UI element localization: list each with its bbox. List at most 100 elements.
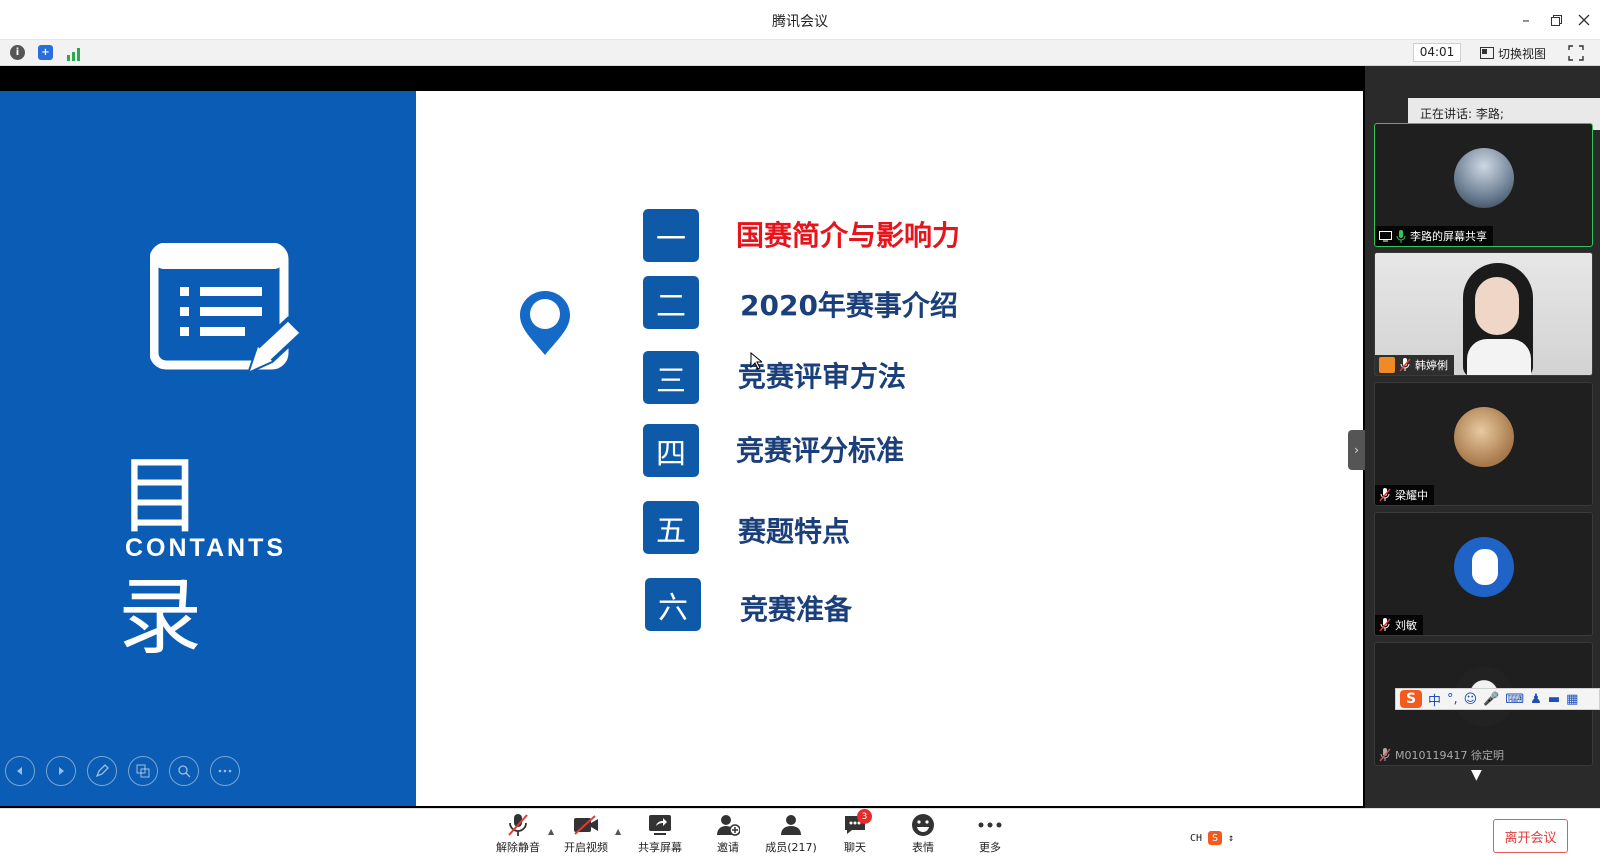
agenda-item-1: 国赛简介与影响力 (736, 219, 961, 252)
signal-icon[interactable] (66, 46, 82, 61)
switch-view-label: 切换视图 (1498, 46, 1547, 61)
microphone-icon (1396, 229, 1406, 243)
slide-subtitle: CONTANTS (125, 534, 287, 562)
smiley-icon (909, 812, 937, 838)
agenda-number-5: 五 (643, 501, 699, 554)
unmute-label: 解除静音 (496, 841, 540, 854)
previous-slide-icon[interactable] (5, 756, 35, 786)
agenda-number-6: 六 (645, 578, 701, 631)
ime-punct[interactable]: °, (1447, 692, 1458, 707)
video-tile[interactable]: 韩婷俐 (1374, 252, 1593, 376)
tile-name-label: 李路的屏幕共享 (1375, 226, 1493, 246)
start-video-label: 开启视频 (564, 841, 608, 854)
leave-meeting-button[interactable]: 离开会议 (1493, 819, 1568, 853)
share-screen-icon (646, 812, 674, 838)
meeting-toolbar: 解除静音 ▲ 开启视频 ▲ 共享屏幕 邀请 成员(217) 3 聊天 表情 更多… (0, 808, 1600, 862)
invite-button[interactable]: 邀请 (698, 812, 758, 860)
more-options-icon[interactable] (210, 756, 240, 786)
avatar (1454, 407, 1514, 467)
tile-name-label: 韩婷俐 (1375, 355, 1454, 375)
add-user-icon (714, 812, 742, 838)
participant-name: 梁耀中 (1395, 489, 1428, 502)
agenda-item-3: 竞赛评审方法 (738, 360, 907, 393)
microphone-off-icon (1379, 748, 1391, 762)
tray-arrow-icon: ↕ (1228, 832, 1235, 844)
avatar (1454, 537, 1514, 597)
chat-label: 聊天 (844, 841, 866, 854)
microphone-off-icon (1379, 488, 1391, 502)
unmute-button[interactable]: 解除静音 (488, 812, 548, 860)
meeting-info-bar: i + 04:01 切换视图 (0, 40, 1600, 66)
collapse-panel-button[interactable]: › (1348, 430, 1365, 470)
screen-share-icon (1379, 230, 1392, 241)
camera-off-icon (572, 812, 600, 838)
host-icon (1379, 357, 1395, 373)
share-screen-label: 共享屏幕 (638, 841, 682, 854)
minimize-icon[interactable]: – (1512, 8, 1540, 32)
tile-name-label: M010119417 徐定明 (1375, 745, 1510, 765)
more-button[interactable]: 更多 (960, 812, 1020, 860)
sogou-logo-icon[interactable]: S (1400, 690, 1422, 708)
participant-name: 李路的屏幕共享 (1410, 230, 1487, 243)
shield-icon[interactable]: + (38, 45, 53, 60)
participant-name: 刘敏 (1395, 619, 1417, 632)
microphone-off-icon (1379, 618, 1391, 632)
document-edit-icon (149, 242, 305, 388)
pen-icon[interactable] (87, 756, 117, 786)
chat-button[interactable]: 3 聊天 (825, 809, 885, 860)
invite-label: 邀请 (717, 841, 739, 854)
fullscreen-icon[interactable] (1567, 44, 1585, 62)
video-tile[interactable]: 李路的屏幕共享 (1374, 123, 1593, 247)
start-video-button[interactable]: 开启视频 (556, 812, 616, 860)
restore-icon[interactable] (1542, 8, 1570, 32)
participant-name: M010119417 徐定明 (1395, 749, 1504, 762)
members-icon (777, 812, 805, 838)
meeting-timer: 04:01 (1413, 43, 1461, 62)
voice-icon[interactable]: 🎤 (1483, 692, 1499, 707)
location-pin-icon (517, 289, 573, 357)
avatar (1454, 148, 1514, 208)
keyboard-icon[interactable]: ⌨ (1505, 692, 1524, 707)
agenda-item-2: 2020年赛事介绍 (740, 289, 958, 322)
window-title: 腾讯会议 (772, 14, 828, 30)
zoom-icon[interactable] (169, 756, 199, 786)
emoji-icon[interactable]: ☺ (1464, 692, 1478, 707)
slides-overview-icon[interactable] (128, 756, 158, 786)
microphone-off-icon (1399, 358, 1411, 372)
agenda-item-5: 赛题特点 (738, 515, 851, 548)
members-button[interactable]: 成员(217) (761, 812, 821, 860)
language-indicator[interactable]: CH S ↕ (1190, 831, 1234, 845)
info-icon[interactable]: i (10, 45, 25, 60)
ime-mode[interactable]: 中 (1428, 690, 1441, 709)
skin-icon[interactable]: ▬ (1548, 692, 1560, 707)
presentation-slide: 目 录 CONTANTS 一 国赛简介与影响力 二 2020年赛事介绍 三 竞赛… (0, 91, 1363, 806)
video-tile[interactable]: 刘敏 (1374, 512, 1593, 636)
audio-options-icon[interactable]: ▲ (548, 827, 554, 836)
language-code: CH (1190, 832, 1203, 844)
emoji-label: 表情 (912, 841, 934, 854)
slide-left-panel: 目 录 CONTANTS (0, 91, 416, 806)
shared-screen: 目 录 CONTANTS 一 国赛简介与影响力 二 2020年赛事介绍 三 竞赛… (0, 66, 1365, 808)
video-options-icon[interactable]: ▲ (615, 827, 621, 836)
agenda-number-2: 二 (643, 276, 699, 329)
close-icon[interactable] (1570, 8, 1598, 32)
members-label: 成员(217) (765, 841, 817, 854)
agenda-number-1: 一 (643, 209, 699, 262)
ime-toolbar: S 中 °, ☺ 🎤 ⌨ ♟ ▬ ▦ (1395, 688, 1600, 710)
agenda-number-4: 四 (643, 424, 699, 477)
next-slide-icon[interactable] (46, 756, 76, 786)
switch-view-button[interactable]: 切换视图 (1480, 43, 1546, 63)
mouse-cursor-icon (750, 351, 764, 370)
tile-name-label: 梁耀中 (1375, 485, 1434, 505)
agenda-item-4: 竞赛评分标准 (736, 434, 905, 467)
app-window: 腾讯会议 – i + 04:01 切换视图 目 录 CONTANTS 一 国赛简… (0, 0, 1600, 862)
share-screen-button[interactable]: 共享屏幕 (630, 812, 690, 860)
more-label: 更多 (979, 841, 1001, 854)
scroll-down-icon[interactable]: ▼ (1471, 767, 1482, 783)
toolbox-icon[interactable]: ▦ (1566, 692, 1578, 707)
title-bar: 腾讯会议 – (0, 0, 1600, 40)
video-tile[interactable]: 梁耀中 (1374, 382, 1593, 506)
emoji-button[interactable]: 表情 (893, 812, 953, 860)
chat-unread-badge: 3 (857, 809, 872, 824)
user-icon[interactable]: ♟ (1530, 692, 1542, 707)
